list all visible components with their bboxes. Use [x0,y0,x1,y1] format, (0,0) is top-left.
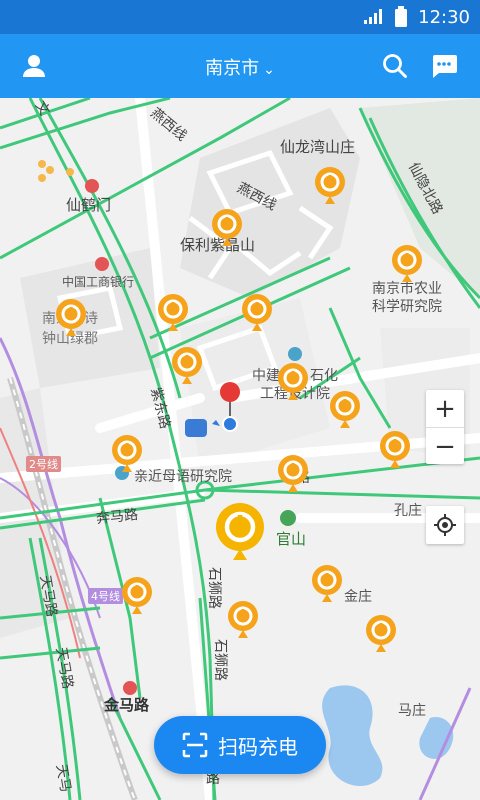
place-label: 仙龙湾山庄 [280,138,356,156]
zoom-control: + − [426,390,464,464]
charging-station-icon[interactable] [210,208,244,248]
scan-charge-label[interactable]: 扫码充电 [218,731,298,760]
place-label: 仙鹤门 [66,196,112,214]
zoom-out-icon[interactable]: − [426,428,464,465]
battery-icon [395,6,408,27]
scan-icon [182,732,208,758]
current-location-pin [212,382,240,432]
place-label: 中国工商银行 [62,275,135,289]
app-bar: 南京市 ⌄ [0,34,480,98]
charging-station-icon[interactable] [276,362,310,402]
charging-station-icon[interactable] [328,390,362,430]
status-bar: 12:30 [0,0,480,34]
charging-station-icon[interactable] [276,454,310,494]
charging-station-icon[interactable] [390,244,424,284]
metro-line-badge: 4号线 [88,588,123,604]
search-icon[interactable] [377,48,413,84]
message-icon[interactable] [426,48,462,84]
charging-station-icon[interactable] [364,614,398,654]
scan-charge-button[interactable]: 扫码充电 [154,716,326,774]
map-view[interactable]: 仙鹤门 中国工商银行 仙龙湾山庄 保利紫晶山 南京市农业 科学研究院 南京朗诗 … [0,98,480,800]
clock: 12:30 [418,6,470,28]
metro-line-badge: 2号线 [26,456,61,472]
locate-icon[interactable] [426,506,464,544]
place-label: 金马路 [104,696,150,714]
charging-station-icon[interactable] [120,576,154,616]
charging-station-icon[interactable] [313,166,347,206]
zoom-in-icon[interactable]: + [426,390,464,427]
place-label: 马庄 [398,703,426,719]
charging-station-icon[interactable] [156,293,190,333]
charging-station-icon[interactable] [226,600,260,640]
place-label: 官山 [276,530,307,548]
charging-station-icon[interactable] [54,298,88,338]
charging-station-icon[interactable] [240,293,274,333]
road-label: 石狮路 [206,567,222,609]
place-label: 孔庄 [394,503,422,519]
charging-station-icon[interactable] [378,430,412,470]
place-label: 亲近母语研究院 [134,469,232,485]
charging-station-icon[interactable] [110,434,144,474]
signal-icon [364,9,383,24]
selected-charging-station-icon[interactable] [214,502,266,564]
place-label: 金庄 [344,589,372,605]
road-label: 石狮路 [212,639,228,681]
place-label: 石化 [310,368,338,384]
city-name[interactable]: 南京市 [205,58,259,79]
chevron-down-icon[interactable]: ⌄ [263,62,275,78]
place-label: 科学研究院 [372,299,442,315]
charging-station-icon[interactable] [310,564,344,604]
charging-station-icon[interactable] [170,346,204,386]
